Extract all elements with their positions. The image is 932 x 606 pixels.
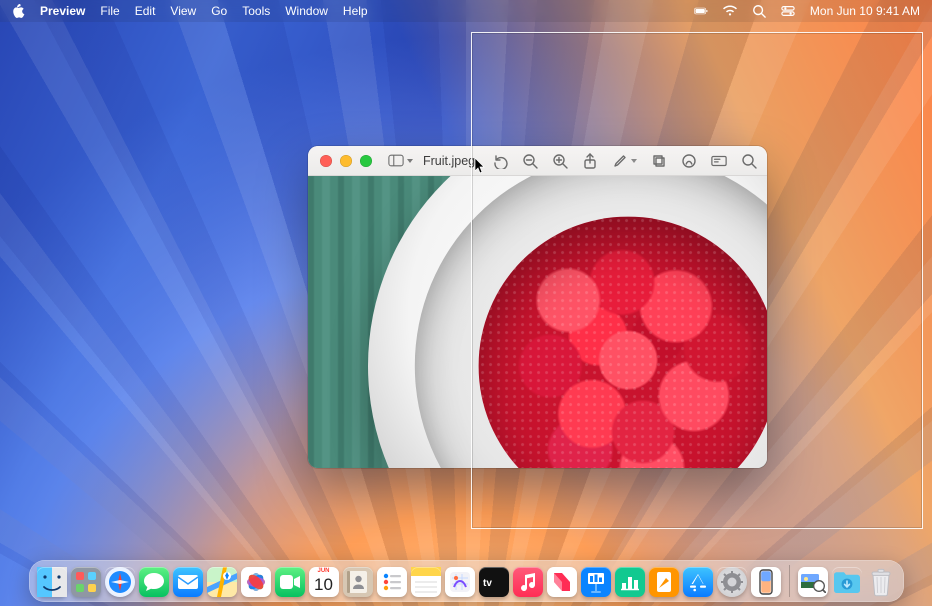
dock-app-safari[interactable] <box>105 567 135 597</box>
menu-clock[interactable]: Mon Jun 10 9:41 AM <box>810 4 920 18</box>
dock-trash[interactable] <box>866 567 896 597</box>
image-raspberries <box>479 217 767 468</box>
calendar-month: JUN <box>309 568 339 574</box>
dock: JUN 10 tv <box>0 560 932 602</box>
dock-app-messages[interactable] <box>139 567 169 597</box>
wifi-status-icon[interactable] <box>723 4 737 18</box>
markup-button[interactable] <box>681 153 697 169</box>
chevron-down-icon <box>407 159 413 163</box>
menu-tools[interactable]: Tools <box>242 4 270 18</box>
dock-app-preview[interactable] <box>798 567 828 597</box>
dock-app-appstore[interactable] <box>683 567 713 597</box>
dock-app-keynote[interactable] <box>581 567 611 597</box>
dock-app-finder[interactable] <box>37 567 67 597</box>
apple-menu-icon[interactable] <box>12 4 25 18</box>
calendar-day: 10 <box>309 575 339 595</box>
zoom-out-button[interactable] <box>522 153 538 169</box>
dock-app-notes[interactable] <box>411 567 441 597</box>
search-button[interactable] <box>741 153 757 169</box>
preview-window[interactable]: Fruit.jpeg <box>308 146 767 468</box>
dock-app-mail[interactable] <box>173 567 203 597</box>
dock-app-freeform[interactable] <box>445 567 475 597</box>
menu-bar: Preview File Edit View Go Tools Window H… <box>0 0 932 22</box>
dock-app-maps[interactable] <box>207 567 237 597</box>
dock-app-system-settings[interactable] <box>717 567 747 597</box>
menu-file[interactable]: File <box>100 4 119 18</box>
dock-app-facetime[interactable] <box>275 567 305 597</box>
image-bowl <box>368 176 767 468</box>
cursor-pointer-icon <box>475 158 486 174</box>
highlight-button[interactable] <box>612 153 637 169</box>
chevron-down-icon <box>631 159 637 163</box>
zoom-in-button[interactable] <box>552 153 568 169</box>
dock-app-launchpad[interactable] <box>71 567 101 597</box>
window-titlebar[interactable]: Fruit.jpeg <box>308 146 767 176</box>
menu-help[interactable]: Help <box>343 4 368 18</box>
window-title: Fruit.jpeg <box>423 154 475 168</box>
rotate-left-button[interactable] <box>492 153 508 169</box>
dock-app-music[interactable] <box>513 567 543 597</box>
dock-app-news[interactable] <box>547 567 577 597</box>
dock-separator <box>789 565 790 597</box>
menu-go[interactable]: Go <box>211 4 227 18</box>
sidebar-toggle-button[interactable] <box>388 154 413 167</box>
menu-window[interactable]: Window <box>285 4 328 18</box>
dock-app-tv[interactable]: tv <box>479 567 509 597</box>
window-traffic-lights <box>308 155 372 167</box>
dock-app-calendar[interactable]: JUN 10 <box>309 567 339 597</box>
menu-view[interactable]: View <box>170 4 196 18</box>
svg-text:tv: tv <box>483 578 492 589</box>
dock-app-reminders[interactable] <box>377 567 407 597</box>
image-canvas[interactable] <box>308 176 767 468</box>
spotlight-icon[interactable] <box>752 4 766 18</box>
menu-edit[interactable]: Edit <box>135 4 156 18</box>
minimize-button[interactable] <box>340 155 352 167</box>
dock-app-contacts[interactable] <box>343 567 373 597</box>
control-center-icon[interactable] <box>781 4 795 18</box>
dock-app-photos[interactable] <box>241 567 271 597</box>
share-button[interactable] <box>582 153 598 169</box>
form-fill-button[interactable] <box>711 153 727 169</box>
zoom-button[interactable] <box>360 155 372 167</box>
close-button[interactable] <box>320 155 332 167</box>
dock-app-iphone-mirroring[interactable] <box>751 567 781 597</box>
window-toolbar <box>492 146 757 175</box>
dock-app-numbers[interactable] <box>615 567 645 597</box>
crop-button[interactable] <box>651 153 667 169</box>
menu-app-name[interactable]: Preview <box>40 4 85 18</box>
dock-folder-downloads[interactable] <box>832 567 862 597</box>
dock-app-pages[interactable] <box>649 567 679 597</box>
battery-status-icon[interactable] <box>694 4 708 18</box>
